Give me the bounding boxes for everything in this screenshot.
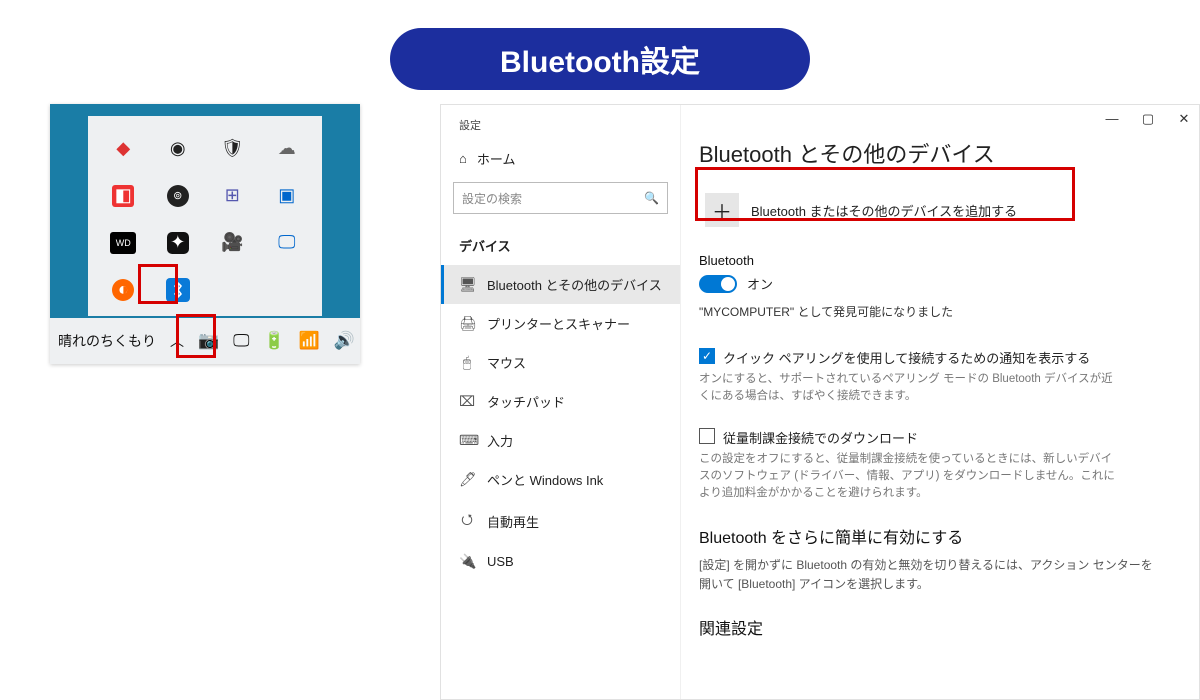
minimize-button[interactable]: — <box>1103 111 1121 127</box>
settings-sidebar: 設定 ⌂ ホーム 設定の検索 🔍 デバイス 🖥 Bluetooth とその他のデ… <box>441 105 681 699</box>
metered-row: 従量制課金接続でのダウンロード <box>699 428 1179 447</box>
quick-pair-checkbox[interactable]: ✓ <box>699 348 715 364</box>
tray-overflow-popup: ◆ ◉ 🛡 ☁ ◧ ⊚ ⊞ ▣ WD ✦ 🎥 🖵 ◐ <box>88 116 322 316</box>
page-banner: Bluetooth設定 <box>390 28 810 90</box>
page-heading: Bluetooth とその他のデバイス <box>699 137 1179 169</box>
keyboard-icon: ⌨ <box>459 432 475 449</box>
tray-app-icon[interactable]: ◐ <box>112 279 134 301</box>
toggle-state: オン <box>747 274 773 293</box>
app-title: 設定 <box>441 113 680 143</box>
tray-screen-icon[interactable]: ▣ <box>276 185 298 207</box>
nav-mouse[interactable]: 🖱 マウス <box>441 343 680 382</box>
banner-title: Bluetooth設定 <box>500 37 700 81</box>
battery-icon[interactable]: 🔋 <box>264 330 285 352</box>
bluetooth-toggle[interactable] <box>699 275 737 293</box>
bluetooth-heading: Bluetooth <box>699 253 1179 268</box>
mouse-icon: 🖱 <box>459 354 475 371</box>
touchpad-icon: ⌧ <box>459 393 475 410</box>
nav-bluetooth[interactable]: 🖥 Bluetooth とその他のデバイス <box>441 265 680 304</box>
highlight-box <box>138 264 178 304</box>
related-settings-title: 関連設定 <box>699 615 1179 639</box>
bluetooth-toggle-row: オン <box>699 274 1179 293</box>
nav-label: 入力 <box>487 431 513 450</box>
metered-label: 従量制課金接続でのダウンロード <box>723 428 918 447</box>
search-placeholder: 設定の検索 <box>462 190 522 207</box>
tray-webcam-icon[interactable]: 🎥 <box>221 232 243 254</box>
settings-window: — ▢ ✕ 設定 ⌂ ホーム 設定の検索 🔍 デバイス 🖥 Bluetooth … <box>440 104 1200 700</box>
tray-app-icon[interactable]: ◧ <box>112 185 134 207</box>
tray-wd-icon[interactable]: WD <box>110 232 136 254</box>
home-icon: ⌂ <box>459 151 467 166</box>
tray-app-icon[interactable]: ◆ <box>112 138 134 160</box>
tray-teams-icon[interactable]: ⊞ <box>221 185 243 207</box>
tray-cloud-icon[interactable]: ☁ <box>276 138 298 160</box>
nav-label: マウス <box>487 353 526 372</box>
quick-pair-label: クイック ペアリングを使用して接続するための通知を表示する <box>723 348 1090 367</box>
quick-pair-help: オンにすると、サポートされているペアリング モードの Bluetooth デバイ… <box>699 371 1119 406</box>
tray-shield-icon[interactable]: 🛡 <box>221 138 243 160</box>
discoverable-text: "MYCOMPUTER" として発見可能になりました <box>699 303 1179 320</box>
nav-autoplay[interactable]: ⭯ 自動再生 <box>441 499 680 543</box>
autoplay-icon: ⭯ <box>459 509 475 533</box>
tray-app-icon[interactable]: ✦ <box>167 232 189 254</box>
nav-pen[interactable]: 🖊 ペンと Windows Ink <box>441 460 680 499</box>
search-icon: 🔍 <box>644 191 659 205</box>
nav-label: 自動再生 <box>487 512 539 531</box>
metered-checkbox[interactable] <box>699 428 715 444</box>
more-bluetooth-body: [設定] を開かずに Bluetooth の有効と無効を切り替えるには、アクショ… <box>699 556 1159 594</box>
tray-cc-icon[interactable]: ⊚ <box>167 185 189 207</box>
highlight-box <box>695 167 1075 221</box>
pen-icon: 🖊 <box>459 471 475 488</box>
nav-usb[interactable]: 🔌 USB <box>441 543 680 580</box>
printer-icon: 🖨 <box>459 315 475 332</box>
tray-screen-icon[interactable]: 🖵 <box>276 232 298 254</box>
nav-label: プリンターとスキャナー <box>487 314 630 333</box>
nav-label: タッチパッド <box>487 392 565 411</box>
metered-help: この設定をオフにすると、従量制課金接続を使っているときには、新しいデバイスのソフ… <box>699 451 1119 503</box>
search-input[interactable]: 設定の検索 🔍 <box>453 182 668 214</box>
sidebar-section-label: デバイス <box>441 226 680 265</box>
volume-icon[interactable]: 🔊 <box>334 330 355 352</box>
nav-printers[interactable]: 🖨 プリンターとスキャナー <box>441 304 680 343</box>
home-label: ホーム <box>477 149 516 168</box>
tray-record-icon[interactable]: ◉ <box>167 138 189 160</box>
nav-label: ペンと Windows Ink <box>487 470 603 489</box>
tray-screenshot: ◆ ◉ 🛡 ☁ ◧ ⊚ ⊞ ▣ WD ✦ 🎥 🖵 ◐ 晴れのちくもり ︿ 📷 🖵… <box>50 104 360 364</box>
devices-icon: 🖥 <box>459 276 475 293</box>
maximize-button[interactable]: ▢ <box>1139 111 1157 127</box>
window-controls: — ▢ ✕ <box>1103 111 1193 127</box>
record-status-icon[interactable]: 🖵 <box>233 330 249 352</box>
nav-label: Bluetooth とその他のデバイス <box>487 275 662 294</box>
nav-touchpad[interactable]: ⌧ タッチパッド <box>441 382 680 421</box>
nav-label: USB <box>487 554 514 569</box>
nav-typing[interactable]: ⌨ 入力 <box>441 421 680 460</box>
highlight-box <box>176 314 216 358</box>
close-button[interactable]: ✕ <box>1175 111 1193 127</box>
more-bluetooth-title: Bluetooth をさらに簡単に有効にする <box>699 524 1179 548</box>
wifi-icon[interactable]: 📶 <box>299 330 320 352</box>
weather-text[interactable]: 晴れのちくもり <box>58 331 156 351</box>
home-link[interactable]: ⌂ ホーム <box>441 143 680 182</box>
usb-icon: 🔌 <box>459 553 475 570</box>
quick-pair-row: ✓ クイック ペアリングを使用して接続するための通知を表示する <box>699 348 1179 367</box>
